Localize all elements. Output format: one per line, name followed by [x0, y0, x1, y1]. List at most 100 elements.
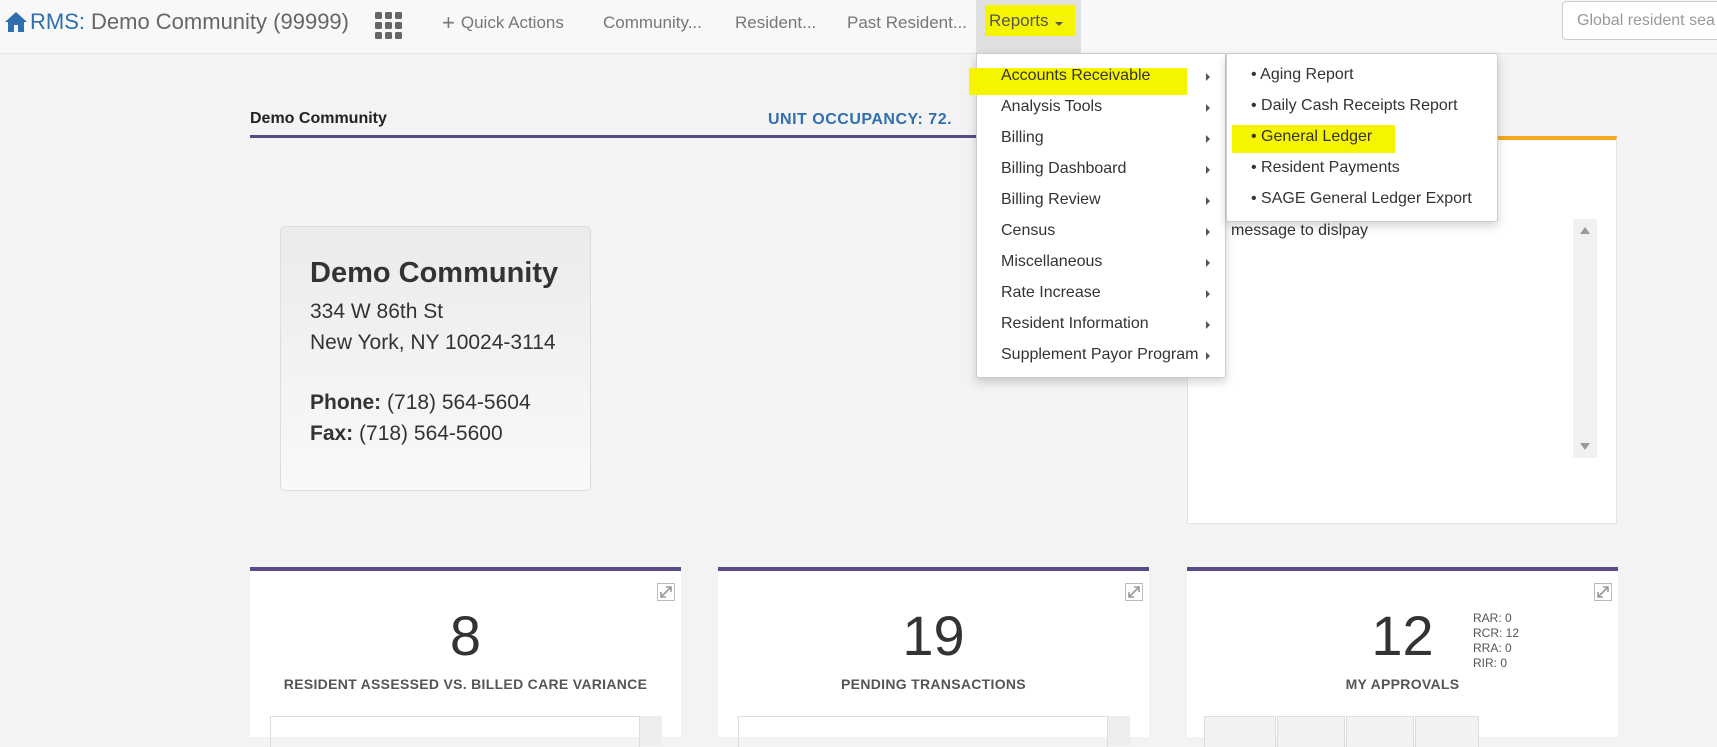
stat-label: MY APPROVALS — [1345, 676, 1460, 692]
heading-divider — [250, 135, 992, 138]
nav-past-resident[interactable]: Past Resident... — [847, 13, 967, 33]
menu-item-rate-increase[interactable]: Rate Increase — [977, 278, 1225, 309]
menu-item-billing-review[interactable]: Billing Review — [977, 185, 1225, 216]
stat-scrollbar[interactable] — [1108, 716, 1130, 746]
address-phone: Phone: (718) 564-5604 — [310, 391, 531, 415]
menu-item-label: Rate Increase — [1001, 284, 1101, 301]
approval-count-rra: RRA: 0 — [1473, 641, 1512, 655]
message-scrollbar[interactable] — [1573, 219, 1597, 458]
menu-item-analysis-tools[interactable]: Analysis Tools — [977, 92, 1225, 123]
submenu-item-label: General Ledger — [1251, 128, 1372, 146]
menu-item-census[interactable]: Census — [977, 216, 1225, 247]
caret-right-icon — [1206, 259, 1210, 267]
home-icon — [5, 12, 27, 32]
brand-community-name: Demo Community (99999) — [91, 9, 349, 34]
stat-card-care-variance: 8 RESIDENT ASSESSED VS. BILLED CARE VARI… — [250, 567, 681, 747]
submenu-item-label: Daily Cash Receipts Report — [1251, 97, 1458, 115]
submenu-item-aging-report[interactable]: Aging Report — [1227, 60, 1497, 91]
menu-item-label: Billing Review — [1001, 191, 1101, 208]
address-city-state-zip: New York, NY 10024-3114 — [310, 331, 556, 354]
message-text: message to dislpay — [1231, 222, 1368, 239]
approval-count-rir: RIR: 0 — [1473, 656, 1508, 670]
caret-right-icon — [1206, 228, 1210, 236]
menu-item-resident-information[interactable]: Resident Information — [977, 309, 1225, 340]
caret-right-icon — [1206, 352, 1210, 360]
fax-value: (718) 564-5600 — [359, 422, 503, 445]
brand-rms: RMS: — [30, 9, 85, 34]
stat-number: 12 — [1371, 604, 1434, 667]
submenu-item-sage-general-ledger-export[interactable]: SAGE General Ledger Export — [1227, 184, 1497, 215]
caret-right-icon — [1206, 135, 1210, 143]
stat-content-box — [270, 716, 640, 747]
plus-icon: + — [442, 10, 455, 35]
expand-icon[interactable] — [657, 583, 675, 601]
menu-item-label: Billing — [1001, 129, 1044, 146]
stat-label: PENDING TRANSACTIONS — [841, 676, 1026, 692]
approvals-tab[interactable] — [1277, 716, 1345, 747]
stat-scrollbar[interactable] — [640, 716, 662, 746]
menu-item-label: Billing Dashboard — [1001, 160, 1127, 177]
reports-dropdown-menu: Accounts Receivable Analysis Tools Billi… — [969, 53, 1226, 378]
menu-item-billing[interactable]: Billing — [977, 123, 1225, 154]
menu-item-label: Analysis Tools — [1001, 98, 1103, 115]
submenu-item-general-ledger[interactable]: General Ledger — [1227, 122, 1497, 153]
caret-down-icon — [1054, 22, 1063, 26]
scroll-down-icon[interactable] — [1580, 443, 1590, 450]
address-street: 334 W 86th St — [310, 300, 444, 323]
phone-label: Phone: — [310, 391, 382, 414]
expand-icon[interactable] — [1125, 583, 1143, 601]
nav-resident[interactable]: Resident... — [735, 13, 816, 33]
nav-reports-label: Reports — [989, 11, 1049, 30]
submenu-item-label: Aging Report — [1251, 66, 1353, 84]
stat-number: 19 — [902, 604, 965, 667]
community-heading: Demo Community — [250, 110, 387, 127]
approvals-tab[interactable] — [1346, 716, 1414, 747]
nav-community[interactable]: Community... — [603, 13, 702, 33]
stat-card-pending-transactions: 19 PENDING TRANSACTIONS — [718, 567, 1149, 747]
approval-count-rcr: RCR: 12 — [1473, 626, 1520, 640]
global-resident-search-input[interactable] — [1562, 1, 1717, 40]
address-fax: Fax: (718) 564-5600 — [310, 422, 503, 446]
nav-reports[interactable]: Reports — [985, 5, 1075, 36]
submenu-item-resident-payments[interactable]: Resident Payments — [1227, 153, 1497, 184]
accounts-receivable-submenu: Aging Report Daily Cash Receipts Report … — [1226, 53, 1498, 222]
caret-right-icon — [1206, 321, 1210, 329]
menu-item-label: Accounts Receivable — [1001, 67, 1151, 84]
caret-right-icon — [1206, 290, 1210, 298]
unit-occupancy: UNIT OCCUPANCY: 72. — [768, 111, 953, 128]
menu-item-label: Resident Information — [1001, 315, 1149, 332]
nav-quick-actions-label: Quick Actions — [460, 13, 564, 32]
fax-label: Fax: — [310, 422, 354, 445]
phone-value: (718) 564-5604 — [387, 391, 531, 414]
submenu-item-label: SAGE General Ledger Export — [1251, 190, 1472, 208]
approvals-breakdown: RAR: 0 RCR: 12 RRA: 0 RIR: 0 — [1473, 611, 1519, 671]
menu-item-billing-dashboard[interactable]: Billing Dashboard — [977, 154, 1225, 185]
approval-count-rar: RAR: 0 — [1473, 611, 1512, 625]
nav-reports-tab[interactable]: Reports — [976, 0, 1081, 53]
approvals-tab[interactable] — [1204, 716, 1276, 747]
caret-right-icon — [1206, 73, 1210, 81]
caret-right-icon — [1206, 166, 1210, 174]
menu-item-label: Supplement Payor Program — [1001, 346, 1199, 363]
scroll-up-icon[interactable] — [1580, 227, 1590, 234]
stat-card-my-approvals: 12 RAR: 0 RCR: 12 RRA: 0 RIR: 0 MY APPRO… — [1187, 567, 1618, 747]
menu-item-label: Miscellaneous — [1001, 253, 1103, 270]
menu-item-supplement-payor-program[interactable]: Supplement Payor Program — [977, 340, 1225, 371]
top-navbar: RMS: Demo Community (99999) + Quick Actio… — [0, 0, 1717, 54]
caret-right-icon — [1206, 104, 1210, 112]
stat-content-box — [738, 716, 1108, 747]
expand-icon[interactable] — [1594, 583, 1612, 601]
submenu-item-daily-cash-receipts-report[interactable]: Daily Cash Receipts Report — [1227, 91, 1497, 122]
caret-right-icon — [1206, 197, 1210, 205]
community-address-card: Demo Community 334 W 86th St New York, N… — [280, 226, 591, 491]
address-community-name: Demo Community — [310, 257, 559, 289]
nav-quick-actions[interactable]: + Quick Actions — [442, 10, 564, 35]
menu-item-miscellaneous[interactable]: Miscellaneous — [977, 247, 1225, 278]
menu-item-accounts-receivable[interactable]: Accounts Receivable — [969, 61, 1225, 95]
stat-number: 8 — [449, 604, 482, 667]
apps-grid-icon[interactable] — [374, 11, 403, 40]
stat-label: RESIDENT ASSESSED VS. BILLED CARE VARIAN… — [283, 676, 648, 692]
approvals-tab[interactable] — [1415, 716, 1479, 747]
submenu-item-label: Resident Payments — [1251, 159, 1400, 177]
brand[interactable]: RMS: Demo Community (99999) — [4, 9, 349, 35]
